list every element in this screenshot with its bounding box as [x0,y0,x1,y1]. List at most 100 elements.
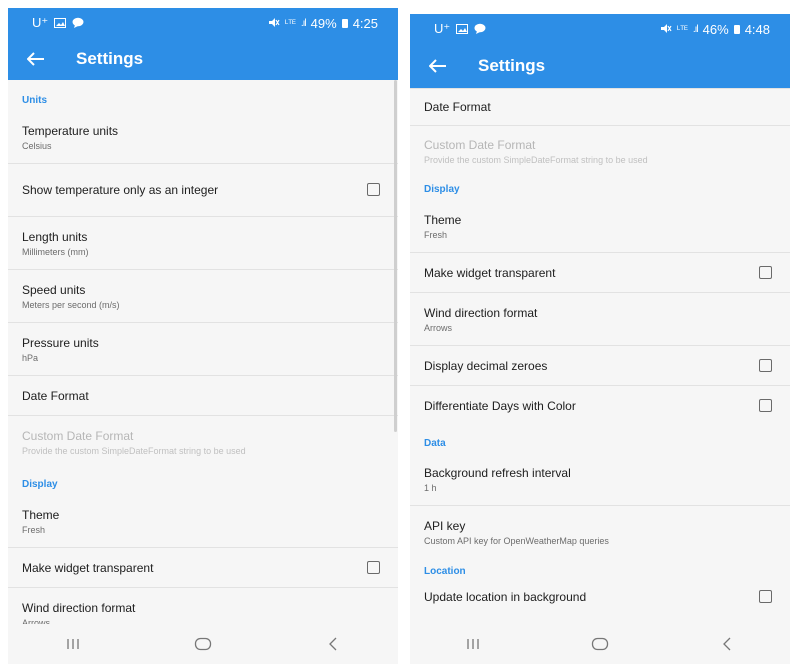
back-nav-icon[interactable] [313,629,353,659]
status-bar: U⁺ ᴸᵀᴱ .ıl 49% 4:25 [8,8,398,38]
setting-title: Show temperature only as an integer [22,183,219,197]
battery-icon [733,24,740,34]
setting-title: Update location in background [424,590,587,604]
setting-title: Make widget transparent [22,560,154,575]
setting-custom-date-format: Custom Date Format Provide the custom Si… [8,416,398,469]
home-icon[interactable] [580,629,620,659]
battery-icon [341,18,348,28]
widget-transparent-checkbox[interactable] [759,265,772,279]
setting-widget-transparent[interactable]: Make widget transparent [410,253,790,293]
setting-title: Pressure units [22,335,99,350]
page-title: Settings [76,49,144,68]
setting-title: Length units [22,229,88,244]
setting-background-refresh-interval[interactable]: Background refresh interval 1 h [410,454,790,506]
setting-value: Meters per second (m/s) [22,299,120,310]
setting-date-format[interactable]: Date Format [8,376,398,416]
setting-custom-date-format: Custom Date Format Provide the custom Si… [410,126,790,176]
gallery-notification-icon [456,22,469,37]
setting-speed-units[interactable]: Speed units Meters per second (m/s) [8,270,398,323]
setting-title: Date Format [22,388,89,403]
chat-notification-icon [474,22,486,37]
recent-apps-icon[interactable] [453,629,493,659]
section-header-location: Location [424,566,466,577]
setting-title: Theme [424,212,462,227]
setting-title: Wind direction format [22,600,136,615]
battery-percent: 49% [310,15,337,31]
section-header-units: Units [22,95,47,106]
setting-title: Make widget transparent [424,265,556,280]
setting-value: Custom API key for OpenWeatherMap querie… [424,535,609,546]
setting-title: Speed units [22,282,86,297]
lte-icon: ᴸᵀᴱ [285,17,296,28]
setting-title: Theme [22,507,60,522]
setting-widget-transparent[interactable]: Make widget transparent [8,548,398,588]
setting-title: Display decimal zeroes [424,358,548,373]
temperature-integer-checkbox[interactable] [367,183,380,196]
setting-theme[interactable]: Theme Fresh [410,200,790,253]
setting-wind-direction-format[interactable]: Wind direction format Arrows [410,293,790,346]
setting-title: Wind direction format [424,305,538,320]
clock: 4:25 [352,15,378,31]
mute-icon [268,16,280,31]
setting-title: Date Format [424,100,491,114]
status-bar: U⁺ ᴸᵀᴱ .ıl 46% 4:48 [410,14,790,44]
scrollbar[interactable] [394,80,397,432]
setting-api-key[interactable]: API key Custom API key for OpenWeatherMa… [410,506,790,558]
section-header-data: Data [424,438,446,449]
widget-transparent-checkbox[interactable] [367,560,380,574]
setting-value: Provide the custom SimpleDateFormat stri… [424,154,648,165]
signal-icon: .ıl [300,17,307,29]
settings-list: Date Format Custom Date Format Provide t… [410,88,790,612]
left-screen: U⁺ ᴸᵀᴱ .ıl 49% 4:25 Settings Units Tempe… [8,8,398,664]
setting-title: Temperature units [22,123,119,138]
setting-title: API key [424,518,466,533]
system-nav-bar [8,624,398,664]
decimal-zeroes-checkbox[interactable] [759,358,772,372]
right-screen: U⁺ ᴸᵀᴱ .ıl 46% 4:48 Settings Date Format… [410,14,790,664]
setting-temperature-units[interactable]: Temperature units Celsius [8,111,398,164]
system-nav-bar [410,624,790,664]
setting-display-decimal-zeroes[interactable]: Display decimal zeroes [410,346,790,386]
setting-title: Custom Date Format [22,429,134,443]
setting-value: Arrows [424,322,453,333]
home-icon[interactable] [183,629,223,659]
section-header-display: Display [424,184,460,195]
back-arrow-icon[interactable] [22,47,50,71]
setting-length-units[interactable]: Length units Millimeters (mm) [8,217,398,270]
setting-title: Background refresh interval [424,466,571,480]
setting-differentiate-days-color[interactable]: Differentiate Days with Color [410,386,790,426]
app-bar: Settings [410,44,790,88]
setting-date-format[interactable]: Date Format [410,88,790,126]
signal-icon: .ıl [692,23,699,35]
setting-value: Fresh [424,229,448,240]
chat-notification-icon [72,16,84,31]
setting-update-location-background[interactable]: Update location in background [410,582,790,612]
carrier-label: U⁺ [32,15,49,30]
setting-value: Celsius [22,140,52,151]
settings-list: Units Temperature units Celsius Show tem… [8,80,398,641]
gallery-notification-icon [54,16,67,31]
days-color-checkbox[interactable] [759,399,772,412]
back-arrow-icon[interactable] [424,54,452,78]
clock: 4:48 [744,21,770,37]
battery-percent: 46% [702,21,729,37]
setting-theme[interactable]: Theme Fresh [8,495,398,548]
mute-icon [660,22,672,37]
recent-apps-icon[interactable] [53,629,93,659]
setting-value: Millimeters (mm) [22,246,89,257]
page-title: Settings [478,56,546,75]
setting-value: Fresh [22,524,46,535]
setting-value: hPa [22,352,39,363]
setting-title: Differentiate Days with Color [424,399,576,413]
section-header-display: Display [22,479,58,490]
setting-value: Provide the custom SimpleDateFormat stri… [22,446,246,456]
back-nav-icon[interactable] [707,629,747,659]
setting-value: 1 h [424,483,437,493]
setting-title: Custom Date Format [424,137,536,152]
update-location-checkbox[interactable] [759,590,772,603]
setting-temperature-integer[interactable]: Show temperature only as an integer [8,164,398,217]
lte-icon: ᴸᵀᴱ [677,23,688,34]
app-bar: Settings [8,38,398,80]
carrier-label: U⁺ [434,21,451,36]
setting-pressure-units[interactable]: Pressure units hPa [8,323,398,376]
